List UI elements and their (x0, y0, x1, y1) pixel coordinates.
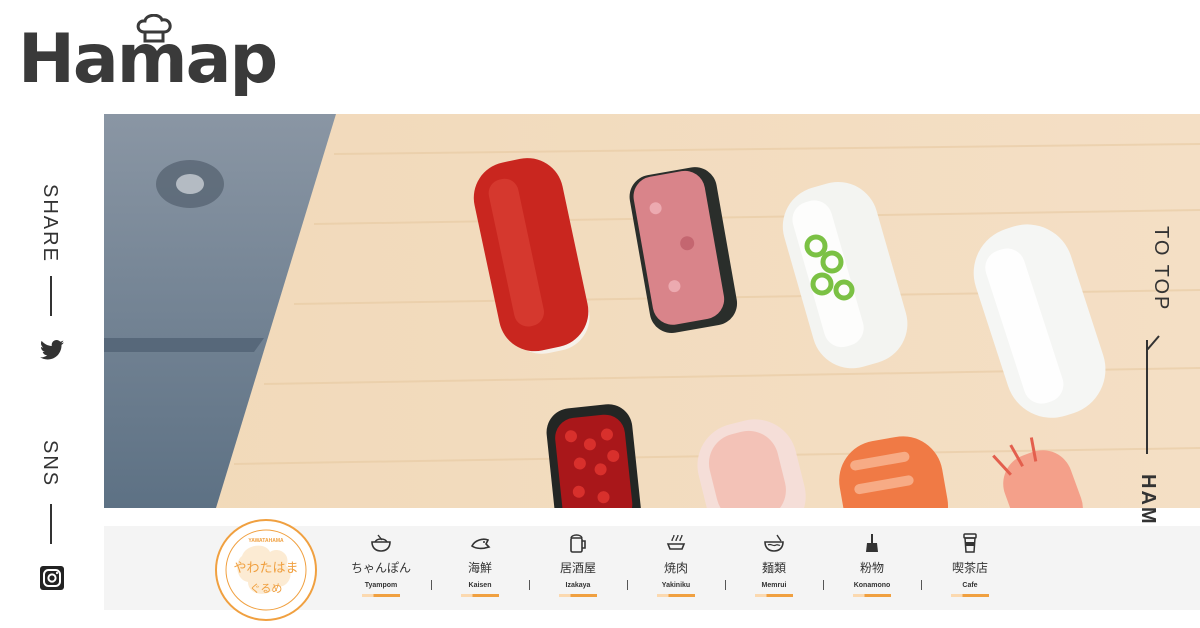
category-separator (627, 580, 628, 590)
category-izakaya[interactable]: 居酒屋 Izakaya (537, 532, 619, 608)
category-memrui[interactable]: 麺類 Memrui (733, 532, 815, 608)
category-roman: Cafe (962, 582, 978, 589)
category-konamono[interactable]: 粉物 Konamono (831, 532, 913, 608)
category-separator (431, 580, 432, 590)
category-roman: Izakaya (565, 582, 591, 589)
category-accent-bar (657, 594, 695, 597)
hero-image (104, 114, 1200, 508)
category-accent-bar (755, 594, 793, 597)
left-rail: SHARE SNS (0, 114, 104, 628)
ramen-bowl-icon (371, 534, 391, 552)
grill-icon (666, 534, 686, 550)
category-separator (725, 580, 726, 590)
category-cafe[interactable]: 喫茶店 Cafe (929, 532, 1011, 608)
instagram-icon[interactable] (40, 566, 64, 590)
category-accent-bar (559, 594, 597, 597)
divider-line (50, 504, 52, 544)
category-roman: Tyampom (364, 582, 398, 589)
category-name: 粉物 (859, 561, 884, 575)
to-top-link[interactable]: TO TOP (1149, 226, 1172, 311)
chef-hat-icon (136, 14, 172, 43)
category-yakiniku[interactable]: 焼肉 Yakiniku (635, 532, 717, 608)
badge-label-top: やわたはま (233, 561, 298, 576)
category-separator (823, 580, 824, 590)
category-tyampom[interactable]: ちゃんぽん Tyampom (340, 532, 422, 608)
divider-line (50, 276, 52, 316)
category-accent-bar (951, 594, 989, 597)
category-separator (529, 580, 530, 590)
beer-mug-icon (570, 534, 586, 553)
category-name: ちゃんぽん (350, 561, 411, 575)
sns-label: SNS (39, 440, 61, 488)
noodle-bowl-icon (764, 534, 784, 552)
badge-label-bottom: ぐるめ (250, 582, 283, 595)
category-roman: Yakiniku (661, 582, 691, 589)
category-name: 居酒屋 (559, 561, 596, 575)
category-name: 海鮮 (467, 561, 492, 575)
category-roman: Kaisen (468, 582, 492, 589)
category-kaisen[interactable]: 海鮮 Kaisen (439, 532, 521, 608)
category-accent-bar (461, 594, 499, 597)
category-name: 麺類 (761, 561, 786, 575)
coffee-cup-icon (963, 533, 977, 553)
fish-icon (470, 538, 491, 550)
category-name: 喫茶店 (951, 561, 988, 575)
category-separator (921, 580, 922, 590)
category-roman: Konamono (853, 582, 891, 589)
arrow-up-icon (1146, 335, 1160, 350)
twitter-icon[interactable] (40, 340, 64, 360)
category-name: 焼肉 (663, 561, 688, 575)
category-accent-bar (362, 594, 400, 597)
site-logo[interactable]: Hamap (18, 14, 282, 98)
category-roman: Memrui (761, 582, 787, 589)
badge-ring-text: YAWATAHAMA (248, 538, 284, 544)
category-accent-bar (853, 594, 891, 597)
share-label: SHARE (39, 184, 61, 263)
yawatahama-gourmet-badge[interactable]: やわたはま ぐるめ YAWATAHAMA (212, 516, 320, 624)
spatula-icon (866, 534, 878, 552)
to-top-line (1146, 340, 1148, 454)
sushi-photo (104, 114, 1200, 508)
